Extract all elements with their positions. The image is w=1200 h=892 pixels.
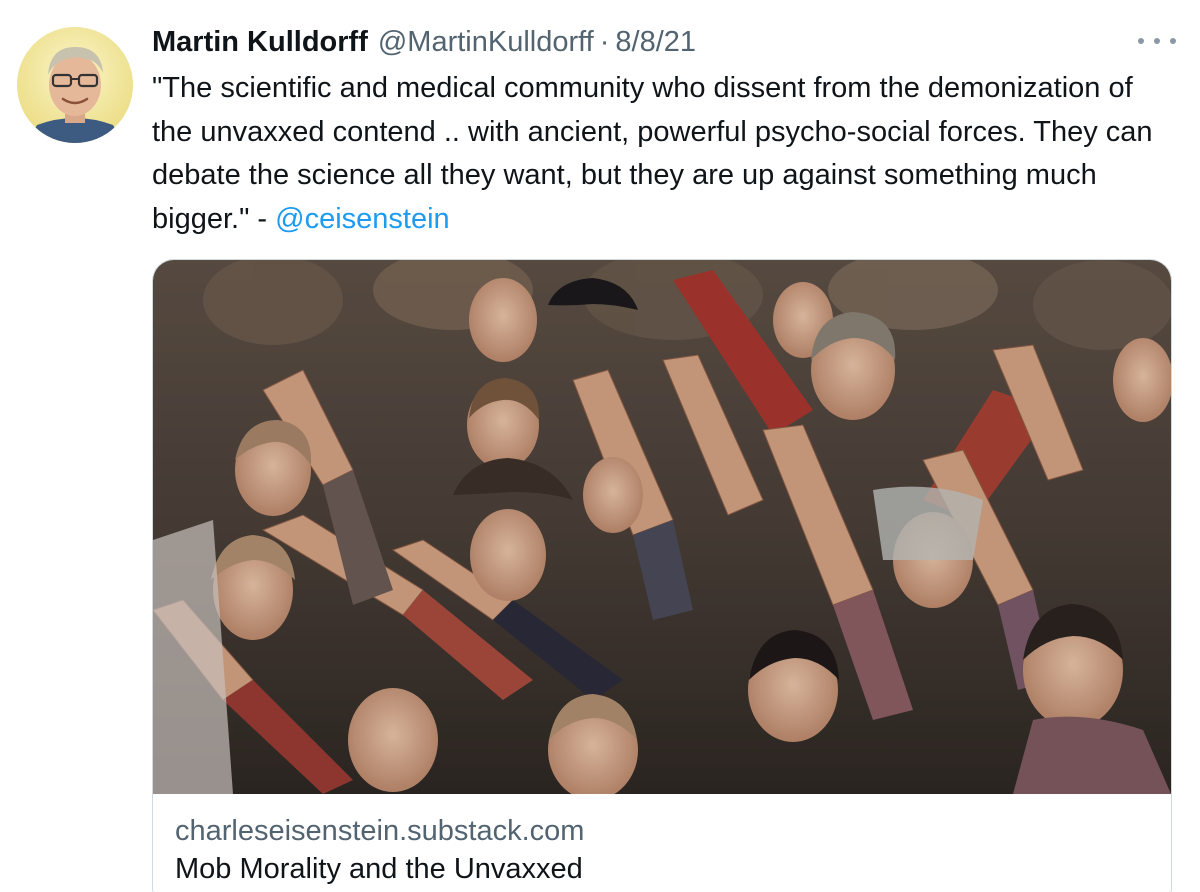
- link-card[interactable]: charleseisenstein.substack.com Mob Moral…: [152, 259, 1172, 892]
- more-horizontal-icon[interactable]: [1138, 30, 1176, 52]
- more-dot: [1154, 38, 1160, 44]
- author-display-name[interactable]: Martin Kulldorff: [152, 22, 368, 62]
- tweet-container: Martin Kulldorff @MartinKulldorff · 8/8/…: [0, 0, 1200, 892]
- profile-photo-icon: [17, 27, 133, 143]
- avatar[interactable]: [17, 27, 133, 143]
- more-dot: [1138, 38, 1144, 44]
- header-separator: ·: [599, 26, 610, 58]
- more-dot: [1170, 38, 1176, 44]
- card-image: [153, 260, 1171, 794]
- mention-link[interactable]: @ceisenstein: [275, 203, 450, 235]
- tweet-text: "The scientific and medical community wh…: [152, 67, 1162, 241]
- card-title[interactable]: Mob Morality and the Unvaxxed: [175, 851, 1145, 887]
- author-handle[interactable]: @MartinKulldorff: [378, 22, 594, 62]
- card-domain: charleseisenstein.substack.com: [175, 815, 585, 847]
- historical-crowd-photo-icon: [153, 260, 1171, 794]
- tweet-date[interactable]: 8/8/21: [615, 22, 696, 62]
- tweet-header: Martin Kulldorff @MartinKulldorff · 8/8/…: [152, 22, 696, 62]
- card-meta: charleseisenstein.substack.com Mob Moral…: [175, 813, 1145, 887]
